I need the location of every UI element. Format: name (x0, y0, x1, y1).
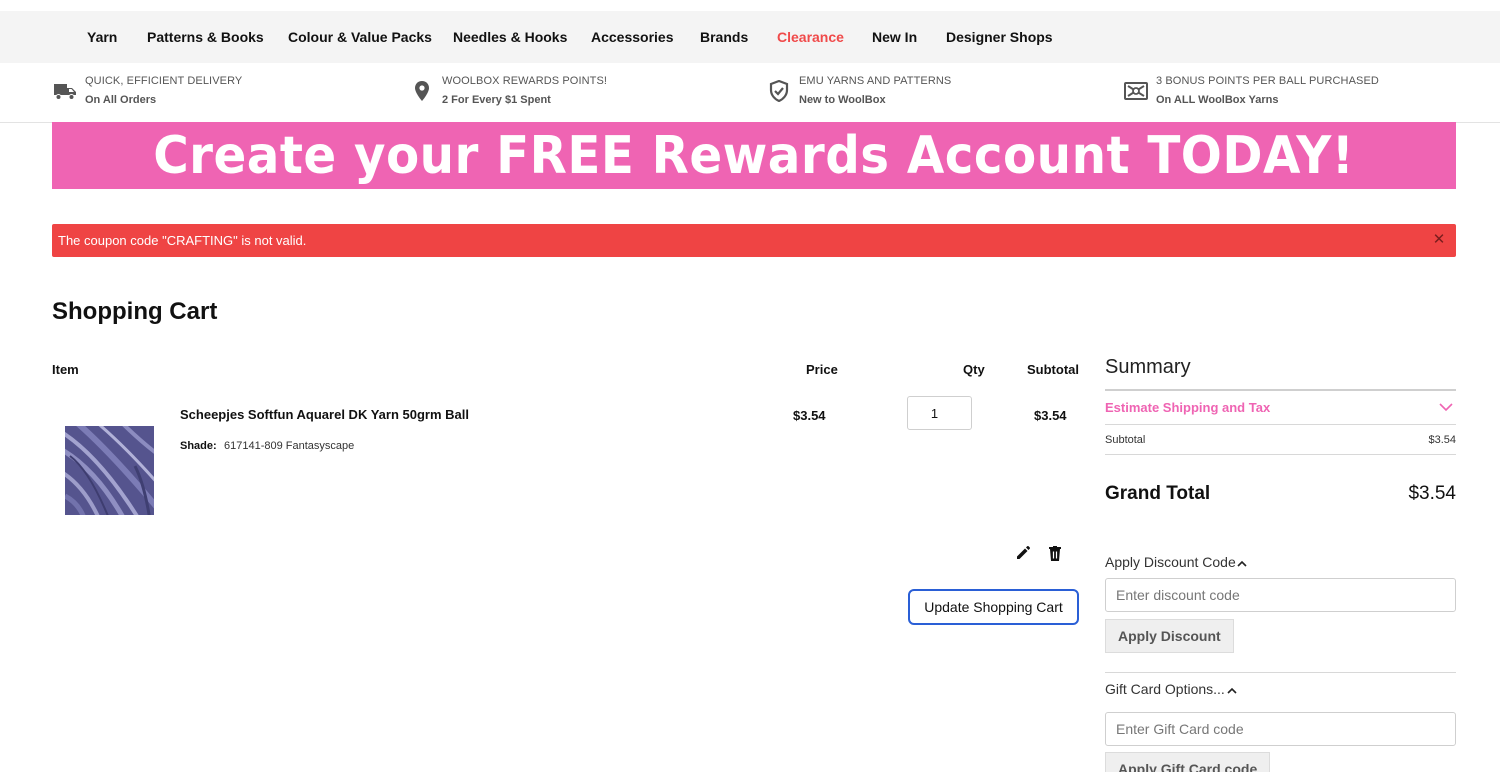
nav-item-yarn[interactable]: Yarn (87, 11, 117, 63)
shade-value: 617141-809 Fantasyscape (224, 440, 355, 452)
nav-item-accessories[interactable]: Accessories (591, 11, 674, 63)
grand-total-label: Grand Total (1105, 483, 1211, 504)
chevron-down-icon (1438, 399, 1454, 415)
coupon-error-message: The coupon code "CRAFTING" is not valid.… (52, 224, 1456, 257)
summary-divider (1105, 389, 1456, 391)
close-icon[interactable]: ✕ (1431, 231, 1447, 249)
estimate-shipping-toggle[interactable]: Estimate Shipping and Tax (1105, 392, 1456, 422)
usp-bar: QUICK, EFFICIENT DELIVERY On All Orders … (0, 63, 1500, 123)
map-pin-icon (409, 78, 435, 104)
product-name[interactable]: Scheepjes Softfun Aquarel DK Yarn 50grm … (180, 407, 469, 422)
usp-subtitle: New to WoolBox (799, 94, 886, 106)
subtotal-value: $3.54 (1428, 434, 1456, 446)
nav-item-needles-hooks[interactable]: Needles & Hooks (453, 11, 567, 63)
summary-title: Summary (1105, 356, 1191, 378)
banner-text: Create your FREE Rewards Account TODAY! (153, 125, 1355, 186)
rewards-promo-banner[interactable]: Create your FREE Rewards Account TODAY! (52, 122, 1456, 189)
apply-discount-toggle[interactable]: Apply Discount Code (1105, 554, 1236, 570)
quantity-input[interactable] (907, 396, 972, 430)
usp-title: EMU YARNS AND PATTERNS (799, 75, 952, 87)
usp-subtitle: 2 For Every $1 Spent (442, 94, 551, 106)
error-text: The coupon code "CRAFTING" is not valid. (58, 233, 307, 248)
column-header-qty: Qty (963, 362, 985, 377)
usp-title: QUICK, EFFICIENT DELIVERY (85, 75, 243, 87)
edit-icon[interactable] (1013, 543, 1033, 563)
usp-title: WOOLBOX REWARDS POINTS! (442, 75, 608, 87)
nav-item-patterns-books[interactable]: Patterns & Books (147, 11, 264, 63)
usp-subtitle: On ALL WoolBox Yarns (1156, 94, 1279, 106)
estimate-shipping-label: Estimate Shipping and Tax (1105, 400, 1271, 415)
gift-card-toggle[interactable]: Gift Card Options... (1105, 681, 1225, 697)
nav-item-clearance[interactable]: Clearance (777, 11, 844, 63)
top-navigation: Yarn Patterns & Books Colour & Value Pac… (0, 11, 1500, 63)
nav-item-new-in[interactable]: New In (872, 11, 917, 63)
product-image[interactable] (65, 426, 154, 515)
nav-item-designer-shops[interactable]: Designer Shops (946, 11, 1053, 63)
usp-subtitle: On All Orders (85, 94, 157, 106)
apply-gift-card-button[interactable]: Apply Gift Card code (1105, 752, 1271, 772)
column-header-item: Item (52, 362, 79, 377)
subtotal-label: Subtotal (1105, 434, 1146, 446)
chevron-up-icon[interactable] (1226, 684, 1238, 696)
shield-check-icon (766, 78, 792, 104)
column-header-subtotal: Subtotal (1027, 362, 1079, 377)
chevron-up-icon[interactable] (1236, 557, 1248, 569)
trash-icon[interactable] (1045, 543, 1065, 563)
summary-divider (1105, 672, 1456, 673)
truck-icon (52, 78, 78, 104)
apply-discount-button[interactable]: Apply Discount (1105, 619, 1234, 653)
update-cart-button[interactable]: Update Shopping Cart (908, 589, 1079, 625)
usp-title: 3 BONUS POINTS PER BALL PURCHASED (1156, 75, 1379, 87)
nav-item-colour-value-packs[interactable]: Colour & Value Packs (288, 11, 432, 63)
item-subtotal: $3.54 (1034, 408, 1067, 423)
summary-divider (1105, 454, 1456, 455)
column-header-price: Price (806, 362, 838, 377)
discount-code-input[interactable] (1105, 578, 1456, 612)
shade-label: Shade: (180, 440, 217, 452)
nav-item-brands[interactable]: Brands (700, 11, 748, 63)
summary-divider (1105, 424, 1456, 425)
gift-card-input[interactable] (1105, 712, 1456, 746)
grand-total-value: $3.54 (1408, 483, 1456, 504)
page-title: Shopping Cart (52, 298, 218, 325)
item-price: $3.54 (793, 408, 826, 423)
yarn-ticket-icon (1123, 78, 1149, 104)
